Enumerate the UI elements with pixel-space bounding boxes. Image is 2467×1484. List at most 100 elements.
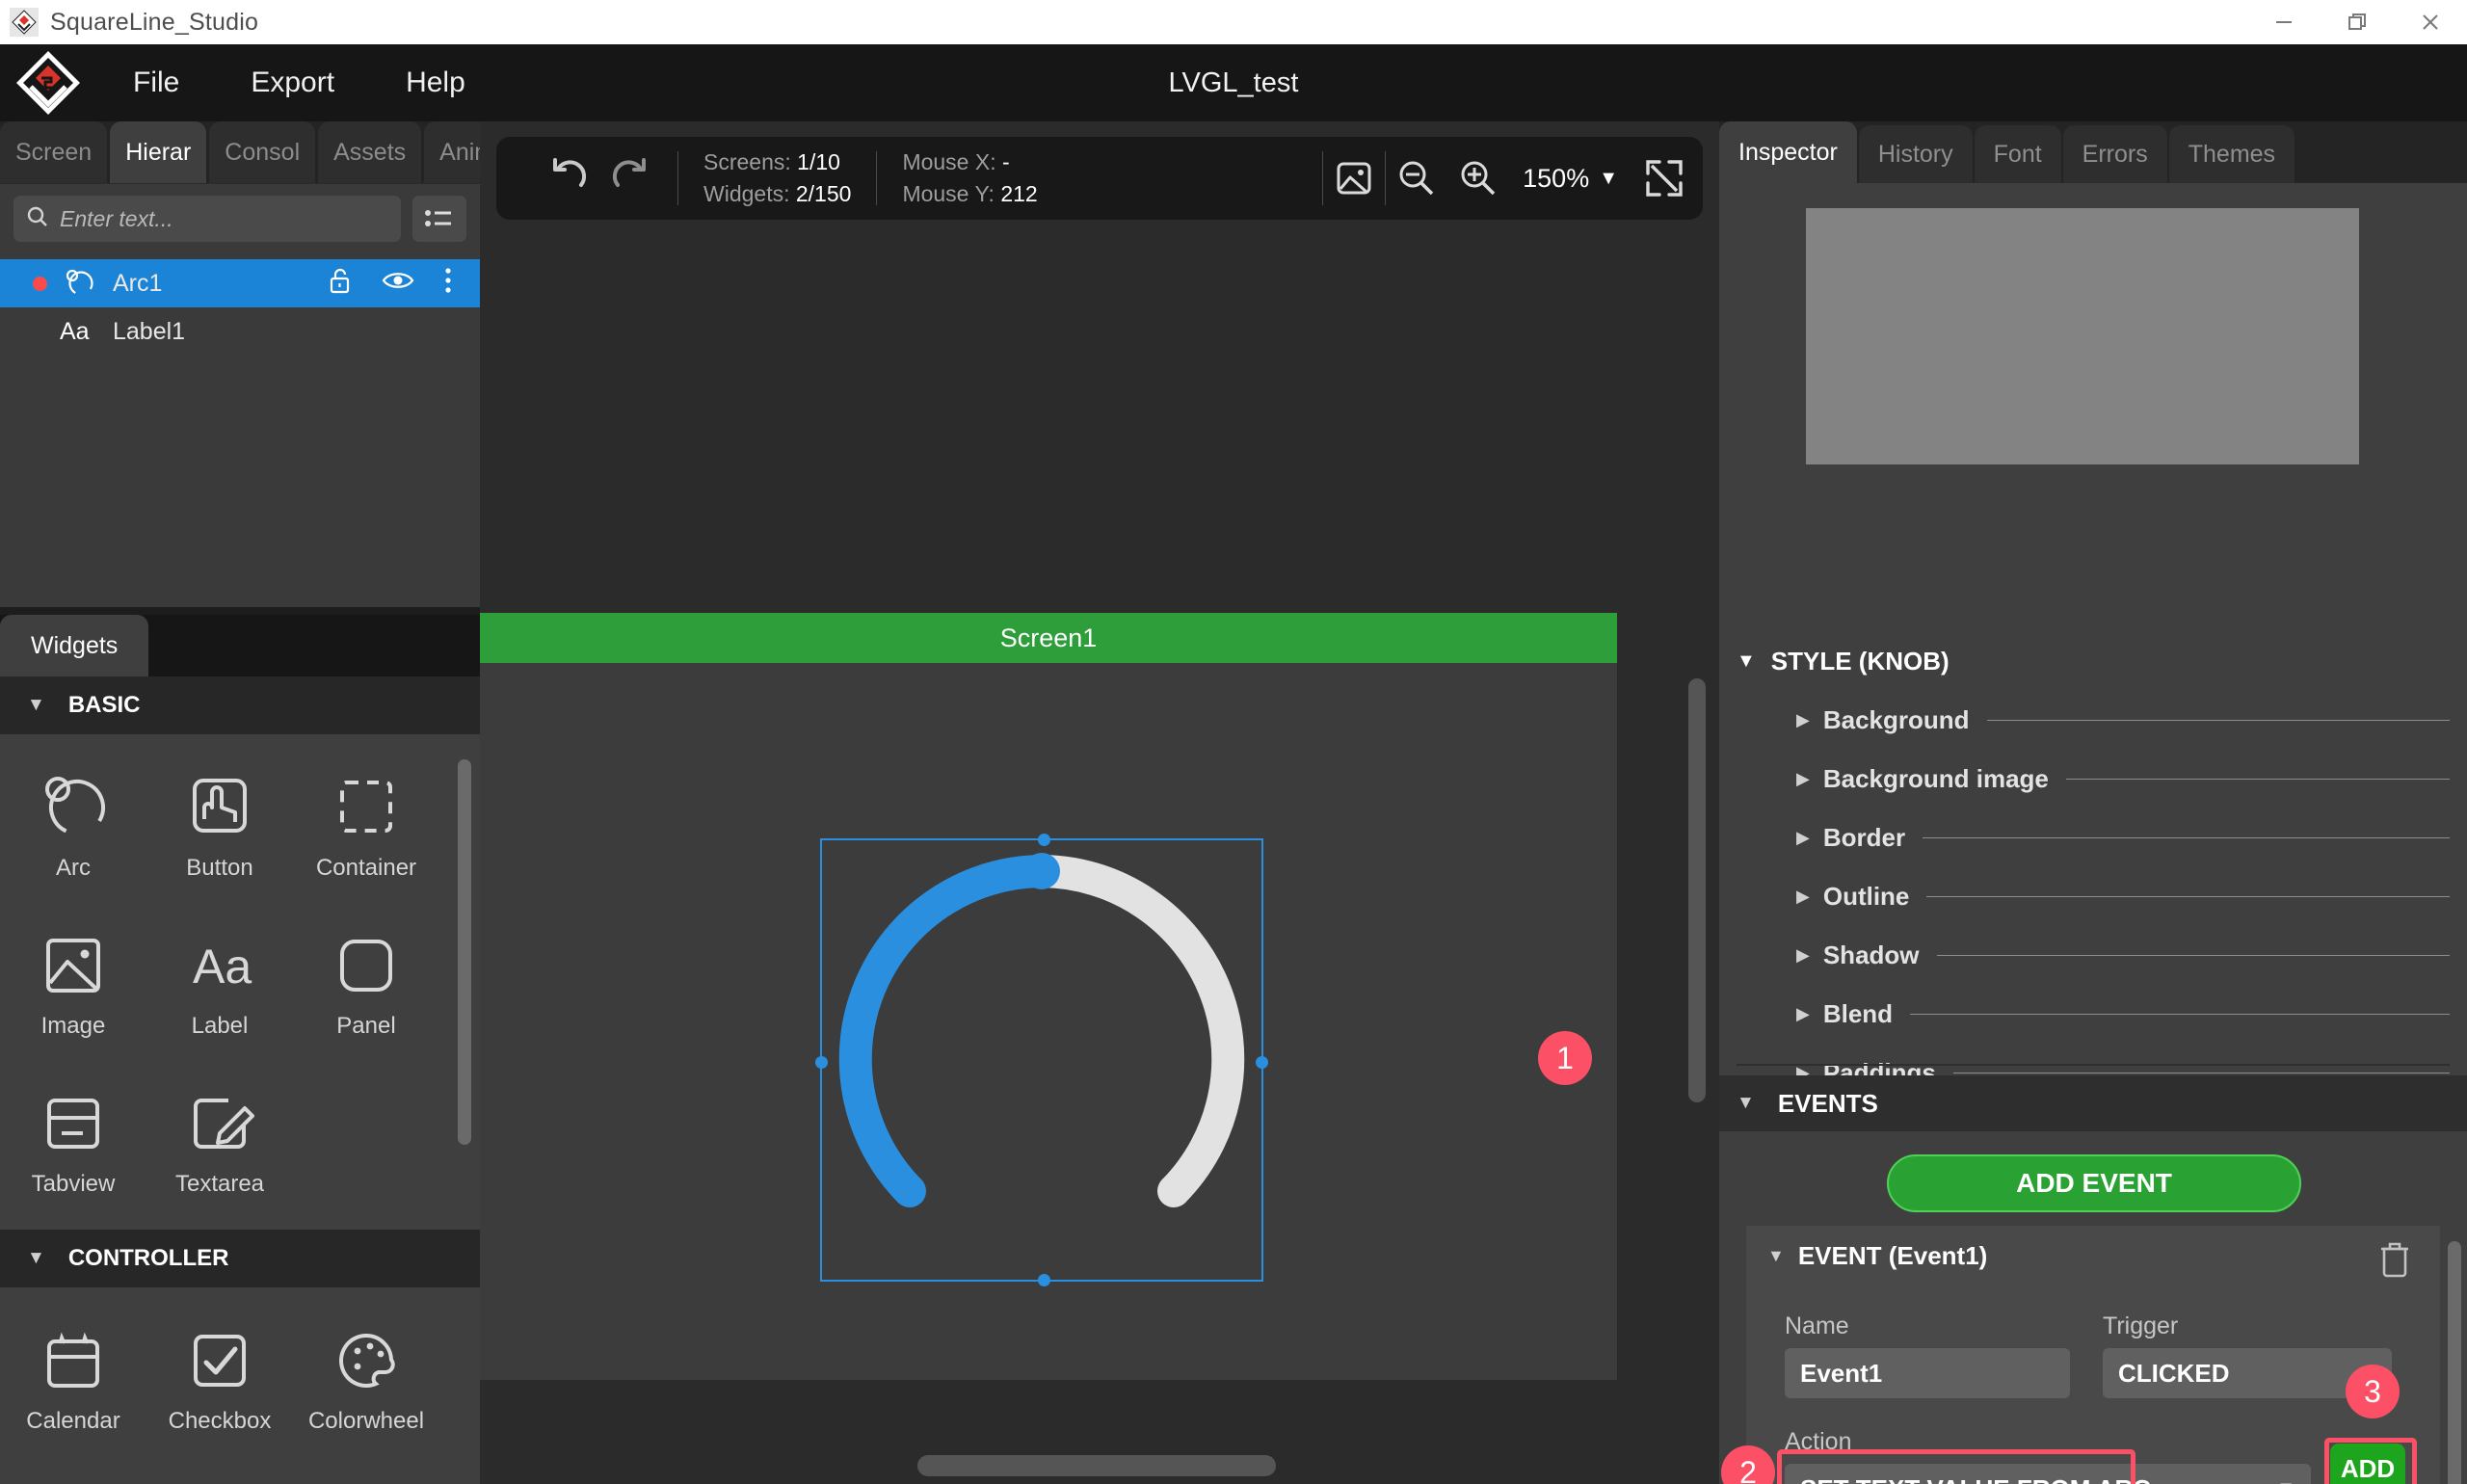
widget-item-imgbutton[interactable]: Imgbutton: [151, 1459, 288, 1484]
event-card-title: EVENT (Event1): [1797, 1241, 1988, 1270]
style-row-shadow[interactable]: ▶ Shadow: [1737, 941, 2450, 970]
undo-icon[interactable]: [546, 154, 591, 203]
tab-screen[interactable]: Screen: [0, 121, 108, 183]
redo-icon[interactable]: [608, 154, 652, 203]
widget-item-panel[interactable]: Panel: [298, 906, 435, 1058]
close-icon[interactable]: [2394, 0, 2467, 44]
add-action-button[interactable]: ADD: [2330, 1444, 2405, 1484]
unlock-icon[interactable]: [328, 266, 353, 302]
widgets-panel: Widgets ▼ BASIC Arc Button Container Ima…: [0, 615, 480, 1484]
label-aa-icon: Aa: [59, 315, 99, 348]
chevron-down-icon: ▼: [2276, 1478, 2295, 1484]
widget-grid-controller: Calendar Checkbox Colorwheel: [0, 1287, 480, 1484]
selection-box[interactable]: [815, 834, 1268, 1286]
resize-handle-right[interactable]: [1256, 1056, 1268, 1069]
widget-item-label: Image: [40, 1013, 106, 1039]
widget-item-checkbox[interactable]: Checkbox: [151, 1301, 288, 1453]
widget-group-label: CONTROLLER: [67, 1245, 229, 1271]
widget-item-label[interactable]: Aa Label: [151, 906, 288, 1058]
tab-font[interactable]: Font: [1974, 125, 2061, 183]
event-name-input[interactable]: Event1: [1785, 1348, 2070, 1398]
trash-icon[interactable]: [2378, 1239, 2411, 1283]
widget-item-image[interactable]: Image: [5, 906, 142, 1058]
style-row-label: Border: [1822, 823, 1906, 852]
minimize-icon[interactable]: [2247, 0, 2321, 44]
style-row-blend[interactable]: ▶ Blend: [1737, 999, 2450, 1029]
more-vertical-icon[interactable]: [443, 266, 453, 302]
eye-icon[interactable]: [382, 269, 414, 299]
style-row-border[interactable]: ▶ Border: [1737, 823, 2450, 853]
modified-dot-icon: [33, 325, 47, 339]
widget-item-keyboard[interactable]: Keyboard: [298, 1459, 435, 1484]
tree-item-arc1[interactable]: Arc1: [0, 259, 480, 307]
widget-item-container[interactable]: Container: [298, 748, 435, 900]
zoom-level-value: 150%: [1523, 163, 1590, 193]
widget-item-button[interactable]: Button: [151, 748, 288, 900]
canvas-viewport[interactable]: Screen1 50% 1: [480, 243, 1719, 1380]
zoom-level-dropdown[interactable]: 150% ▼: [1509, 164, 1626, 194]
widget-item-label: Colorwheel: [307, 1408, 425, 1434]
mouse-x-label: Mouse X:: [902, 148, 996, 174]
search-input[interactable]: [60, 205, 389, 232]
chevron-right-icon: ▶: [1796, 828, 1810, 847]
list-icon[interactable]: [412, 196, 466, 242]
menu-file[interactable]: File: [127, 63, 185, 103]
tab-hierarchy[interactable]: Hierar: [110, 121, 207, 183]
project-name: LVGL_test: [1168, 66, 1299, 98]
screen-body[interactable]: 50%: [480, 663, 1617, 1380]
widget-group-controller[interactable]: ▼ CONTROLLER: [0, 1230, 480, 1287]
widget-item-textarea[interactable]: Textarea: [151, 1064, 288, 1216]
widget-item-colorwheel[interactable]: Colorwheel: [298, 1301, 435, 1453]
colorwheel-icon: [328, 1319, 405, 1402]
resize-handle-left[interactable]: [815, 1056, 828, 1069]
event-action-dropdown[interactable]: SET TEXT VALUE FROM ARC ▼: [1785, 1464, 2311, 1484]
app-logo-icon: [10, 8, 39, 37]
inspector-scrollbar[interactable]: [2448, 1241, 2461, 1484]
events-section-header[interactable]: ▼ EVENTS: [1719, 1075, 2467, 1131]
style-row-outline[interactable]: ▶ Outline: [1737, 882, 2450, 912]
image-icon[interactable]: [1323, 158, 1385, 199]
fit-screen-icon[interactable]: [1626, 156, 1703, 200]
canvas-horizontal-scrollbar[interactable]: [917, 1455, 1276, 1476]
zoom-out-icon[interactable]: [1386, 157, 1447, 199]
chevron-down-icon: ▼: [1737, 650, 1756, 672]
event-card-header[interactable]: ▼ EVENT (Event1): [1767, 1241, 1987, 1271]
widget-item-dropdown[interactable]: Dropdown: [5, 1459, 142, 1484]
tab-widgets[interactable]: Widgets: [0, 615, 149, 676]
zoom-in-icon[interactable]: [1447, 157, 1509, 199]
event-action-label: Action: [1785, 1428, 1852, 1455]
event-action-value: SET TEXT VALUE FROM ARC: [1800, 1474, 2151, 1484]
widget-item-calendar[interactable]: Calendar: [5, 1301, 142, 1453]
widget-item-tabview[interactable]: Tabview: [5, 1064, 142, 1216]
widgets-scrollbar[interactable]: [458, 759, 471, 1145]
resize-handle-bottom[interactable]: [1038, 1274, 1050, 1286]
style-row-background-image[interactable]: ▶ Background image: [1737, 764, 2450, 794]
tab-history[interactable]: History: [1858, 125, 1973, 183]
tab-console[interactable]: Consol: [209, 121, 316, 183]
style-row-background[interactable]: ▶ Background: [1737, 705, 2450, 735]
widget-item-arc[interactable]: Arc: [5, 748, 142, 900]
widget-item-label: Textarea: [174, 1171, 265, 1197]
widget-group-basic[interactable]: ▼ BASIC: [0, 676, 480, 734]
canvas-vertical-scrollbar[interactable]: [1688, 678, 1706, 1102]
menu-help[interactable]: Help: [400, 63, 471, 103]
restore-icon[interactable]: [2321, 0, 2394, 44]
style-row-label: Blend: [1822, 999, 1894, 1028]
tree-item-label1[interactable]: Aa Label1: [0, 307, 480, 356]
screen-tab-header[interactable]: Screen1: [480, 613, 1617, 663]
menu-export[interactable]: Export: [245, 63, 340, 103]
tabview-icon: [35, 1082, 112, 1165]
container-icon: [328, 766, 405, 849]
tab-inspector[interactable]: Inspector: [1719, 121, 1857, 183]
calendar-icon: [35, 1319, 112, 1402]
tab-errors[interactable]: Errors: [2062, 125, 2167, 183]
divider: [2065, 779, 2450, 780]
widgets-scroll-area[interactable]: ▼ BASIC Arc Button Container Image Aa La…: [0, 676, 480, 1484]
style-section-header[interactable]: ▼ STYLE (KNOB): [1737, 647, 2450, 676]
screens-value: 1/10: [797, 148, 840, 174]
add-event-button[interactable]: ADD EVENT: [1887, 1154, 2301, 1212]
resize-handle-top[interactable]: [1038, 834, 1050, 846]
tab-assets[interactable]: Assets: [318, 121, 422, 183]
search-box[interactable]: [13, 196, 401, 242]
tab-themes[interactable]: Themes: [2168, 125, 2295, 183]
